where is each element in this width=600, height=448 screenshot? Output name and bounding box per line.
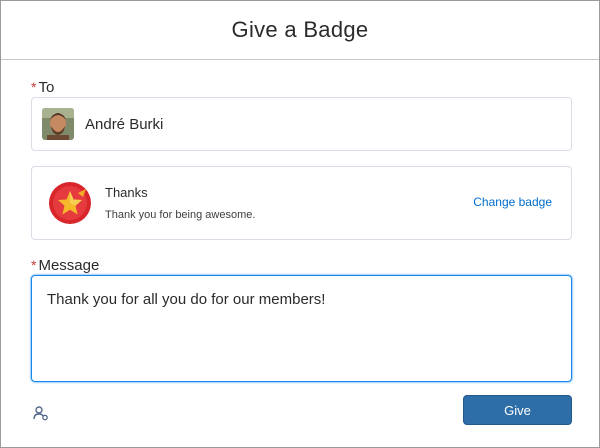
give-badge-dialog: Give a Badge * To André Burki Thanks Tha… bbox=[0, 0, 600, 448]
user-settings-icon[interactable] bbox=[33, 405, 49, 421]
badge-title: Thanks bbox=[105, 185, 148, 200]
badge-text: Thanks Thank you for being awesome. bbox=[105, 185, 255, 221]
message-label-text: Message bbox=[38, 257, 100, 274]
dialog-title: Give a Badge bbox=[231, 17, 369, 42]
required-marker: * bbox=[31, 257, 37, 273]
star-badge-icon bbox=[48, 181, 92, 225]
give-button[interactable]: Give bbox=[463, 395, 572, 425]
badge-card: Thanks Thank you for being awesome. Chan… bbox=[31, 166, 572, 240]
message-field[interactable] bbox=[31, 275, 572, 382]
dialog-header: Give a Badge bbox=[1, 1, 599, 60]
recipient-name: André Burki bbox=[85, 115, 164, 133]
avatar bbox=[42, 108, 74, 140]
message-label: * Message bbox=[31, 257, 99, 274]
to-label: * To bbox=[31, 79, 54, 96]
change-badge-link[interactable]: Change badge bbox=[473, 195, 552, 209]
recipient-field[interactable]: André Burki bbox=[31, 97, 572, 151]
required-marker: * bbox=[31, 79, 37, 95]
to-label-text: To bbox=[38, 79, 55, 96]
badge-description: Thank you for being awesome. bbox=[105, 209, 256, 221]
